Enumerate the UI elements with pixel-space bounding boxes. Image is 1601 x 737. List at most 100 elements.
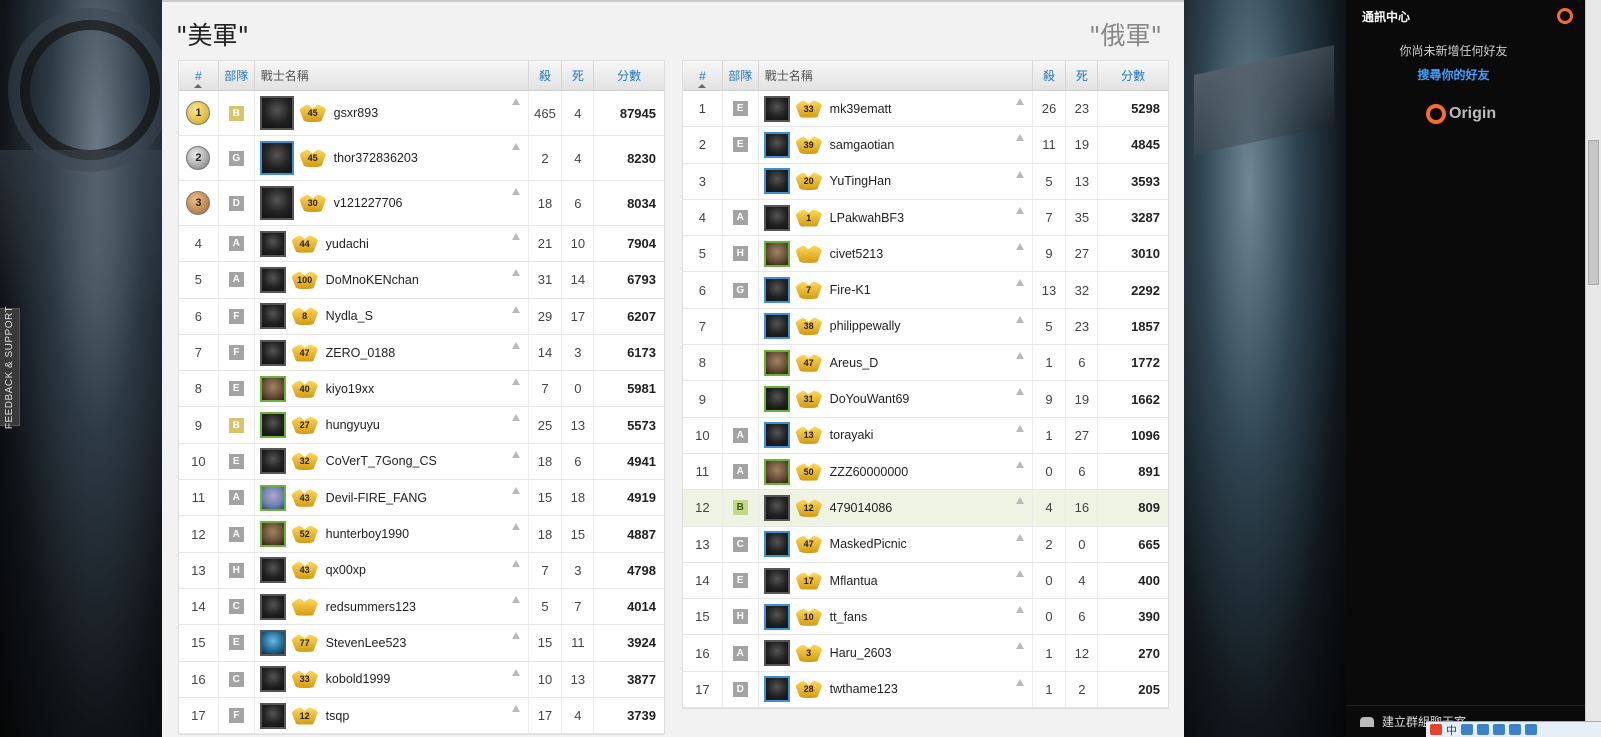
table-row[interactable]: 15 E 77 StevenLee523 15 11 3924 — [179, 625, 664, 662]
report-flag-icon[interactable] — [511, 269, 520, 277]
player-name-link[interactable]: yudachi — [326, 237, 369, 251]
table-row[interactable]: 11 A 43 Devil-FIRE_FANG 15 18 4919 — [179, 480, 664, 517]
player-name-link[interactable]: Devil-FIRE_FANG — [326, 491, 427, 505]
player-name-link[interactable]: ZERO_0188 — [326, 346, 395, 360]
column-header-score[interactable]: 分數 — [594, 61, 664, 90]
table-row[interactable]: 6 G 7 Fire-K1 13 32 2292 — [683, 272, 1168, 309]
table-row[interactable]: 1 B 45 gsxr893 465 4 87945 — [179, 91, 664, 136]
table-row[interactable]: 10 A 13 torayaki 1 27 1096 — [683, 417, 1168, 454]
column-header-name[interactable]: 戰士名稱 — [759, 61, 1033, 90]
player-name-link[interactable]: redsummers123 — [326, 600, 416, 614]
ime-s-icon[interactable] — [1430, 724, 1442, 735]
shirt-icon[interactable] — [1509, 724, 1521, 735]
report-flag-icon[interactable] — [511, 668, 520, 676]
report-flag-icon[interactable] — [1015, 424, 1024, 432]
column-header-squad[interactable]: 部隊 — [219, 61, 255, 90]
report-flag-icon[interactable] — [511, 487, 520, 495]
player-avatar[interactable] — [763, 494, 790, 521]
player-avatar[interactable] — [259, 448, 286, 475]
player-avatar[interactable] — [763, 567, 790, 594]
report-flag-icon[interactable] — [511, 632, 520, 640]
table-row[interactable]: 14 Credsummers123 5 7 4014 — [179, 588, 664, 626]
column-header-name[interactable]: 戰士名稱 — [255, 61, 529, 90]
report-flag-icon[interactable] — [511, 143, 520, 150]
table-row[interactable]: 2 E 39 samgaotian 11 19 4845 — [683, 127, 1168, 164]
wrench-icon[interactable] — [1525, 724, 1537, 735]
player-avatar[interactable] — [763, 95, 790, 122]
column-header-deaths[interactable]: 死 — [562, 61, 595, 90]
person-icon[interactable] — [1493, 724, 1505, 735]
player-name-link[interactable]: DoYouWant69 — [830, 392, 910, 406]
player-avatar[interactable] — [763, 640, 790, 667]
report-flag-icon[interactable] — [511, 559, 520, 567]
player-name-link[interactable]: YuTingHan — [830, 174, 891, 188]
report-flag-icon[interactable] — [1015, 497, 1024, 505]
table-row[interactable]: 14 E 17 Mflantua 0 4 400 — [683, 562, 1168, 600]
player-name-link[interactable]: DoMnoKENchan — [326, 273, 419, 287]
player-name-link[interactable]: hunterboy1990 — [326, 527, 409, 541]
column-header-kills[interactable]: 殺 — [529, 61, 563, 90]
player-name-link[interactable]: tt_fans — [830, 610, 868, 624]
player-avatar[interactable] — [259, 412, 286, 439]
player-avatar[interactable] — [259, 557, 286, 584]
report-flag-icon[interactable] — [1015, 279, 1024, 287]
player-avatar[interactable] — [259, 521, 286, 548]
table-row[interactable]: 4 A 44 yudachi 21 10 7904 — [179, 226, 664, 263]
player-avatar[interactable] — [763, 531, 790, 558]
scrollbar-thumb[interactable] — [1588, 140, 1599, 285]
keyboard-icon[interactable] — [1477, 724, 1489, 735]
origin-icon[interactable] — [1557, 8, 1573, 24]
table-row[interactable]: 3 D 30 v121227706 18 6 8034 — [179, 181, 664, 226]
player-name-link[interactable]: Areus_D — [830, 356, 879, 370]
player-avatar[interactable] — [763, 603, 790, 630]
report-flag-icon[interactable] — [511, 305, 520, 313]
table-row[interactable]: 12 B 12 479014086 4 16 809 — [683, 490, 1168, 527]
table-row[interactable]: 6 F 8 Nydla_S 29 17 6207 — [179, 298, 664, 335]
table-row[interactable]: 5 Hcivet5213 9 27 3010 — [683, 236, 1168, 273]
column-header-rank[interactable]: # — [179, 61, 219, 90]
table-row[interactable]: 4 A 1 LPakwahBF3 7 35 3287 — [683, 199, 1168, 237]
table-row[interactable]: 16 A 3 Haru_2603 1 12 270 — [683, 635, 1168, 672]
column-header-deaths[interactable]: 死 — [1066, 61, 1099, 90]
report-flag-icon[interactable] — [1015, 98, 1024, 105]
table-row[interactable]: 1 E 33 mk39ematt 26 23 5298 — [683, 91, 1168, 128]
table-row[interactable]: 17 D 28 twthame123 1 2 205 — [683, 671, 1168, 709]
table-row[interactable]: 8 47 Areus_D 1 6 1772 — [683, 345, 1168, 382]
player-name-link[interactable]: Nydla_S — [326, 309, 373, 323]
column-header-kills[interactable]: 殺 — [1033, 61, 1067, 90]
player-avatar[interactable] — [763, 168, 790, 195]
player-name-link[interactable]: mk39ematt — [830, 102, 892, 116]
report-flag-icon[interactable] — [511, 188, 520, 195]
player-name-link[interactable]: thor372836203 — [334, 151, 418, 165]
table-row[interactable]: 11 A 50 ZZZ60000000 0 6 891 — [683, 453, 1168, 491]
table-row[interactable]: 16 C 33 kobold1999 10 13 3877 — [179, 661, 664, 698]
player-avatar[interactable] — [259, 629, 286, 656]
player-avatar[interactable] — [259, 484, 286, 511]
player-name-link[interactable]: MaskedPicnic — [830, 537, 907, 551]
player-avatar[interactable] — [763, 204, 790, 231]
player-avatar[interactable] — [259, 141, 294, 175]
player-name-link[interactable]: twthame123 — [830, 682, 898, 696]
table-row[interactable]: 7 38 philippewally 5 23 1857 — [683, 308, 1168, 346]
player-avatar[interactable] — [763, 240, 790, 267]
player-avatar[interactable] — [259, 230, 286, 257]
table-row[interactable]: 17 F 12 tsqp 17 4 3739 — [179, 697, 664, 735]
table-row[interactable]: 10 E 32 CoVerT_7Gong_CS 18 6 4941 — [179, 443, 664, 481]
player-name-link[interactable]: philippewally — [830, 319, 901, 333]
table-row[interactable]: 7 F 47 ZERO_0188 14 3 6173 — [179, 334, 664, 372]
player-avatar[interactable] — [259, 339, 286, 366]
player-name-link[interactable]: samgaotian — [830, 138, 895, 152]
player-avatar[interactable] — [259, 266, 286, 293]
player-name-link[interactable]: StevenLee523 — [326, 636, 407, 650]
report-flag-icon[interactable] — [1015, 206, 1024, 214]
player-name-link[interactable]: 479014086 — [830, 501, 893, 515]
feedback-support-tab[interactable]: FEEDBACK & SUPPORT — [0, 305, 20, 429]
table-row[interactable]: 8 E 40 kiyo19xx 7 0 5981 — [179, 371, 664, 408]
player-avatar[interactable] — [763, 131, 790, 158]
report-flag-icon[interactable] — [511, 98, 520, 105]
report-flag-icon[interactable] — [511, 233, 520, 240]
report-flag-icon[interactable] — [1015, 533, 1024, 541]
player-name-link[interactable]: kiyo19xx — [326, 382, 375, 396]
player-avatar[interactable] — [763, 422, 790, 449]
player-avatar[interactable] — [763, 277, 790, 304]
